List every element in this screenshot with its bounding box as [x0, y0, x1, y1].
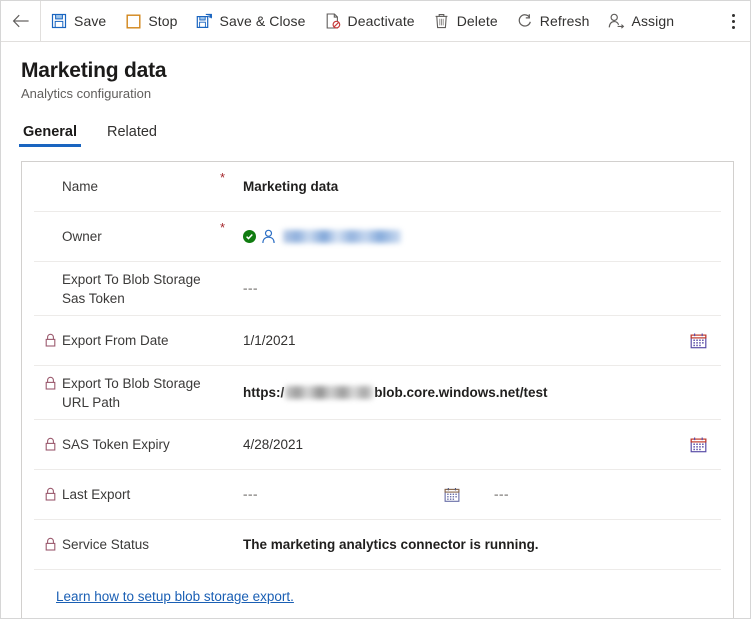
url-suffix-text: blob.core.windows.net/test: [374, 385, 548, 400]
assign-button[interactable]: Assign: [599, 1, 684, 41]
calendar-icon[interactable]: [690, 436, 707, 453]
assign-icon: [608, 12, 626, 30]
page-header: Marketing data Analytics configuration: [1, 42, 750, 103]
field-label-service-status-text: Service Status: [62, 537, 150, 552]
stop-button[interactable]: Stop: [115, 1, 186, 41]
deactivate-icon: [324, 12, 342, 30]
calendar-icon[interactable]: [690, 332, 707, 349]
field-value-sas-token-expiry-text: 4/28/2021: [243, 437, 304, 452]
save-button[interactable]: Save: [41, 1, 115, 41]
owner-name-redacted: [283, 230, 401, 243]
form-card: Name * Marketing data Owner * Export To …: [21, 161, 734, 618]
field-label-sas-token-expiry: SAS Token Expiry: [34, 435, 220, 454]
lock-icon: [44, 376, 57, 390]
tab-general[interactable]: General: [19, 123, 81, 147]
field-value-name-text: Marketing data: [243, 179, 339, 194]
lock-icon: [44, 437, 57, 451]
lock-icon: [44, 333, 57, 347]
form-row-last-export: Last Export --- ---: [34, 470, 721, 520]
green-check-icon: [243, 230, 256, 243]
form-row-service-status: Service Status The marketing analytics c…: [34, 520, 721, 570]
stop-button-label: Stop: [148, 13, 178, 29]
deactivate-button-label: Deactivate: [347, 13, 415, 29]
back-arrow-icon: [12, 14, 29, 28]
form-row-sas-token-expiry: SAS Token Expiry 4/28/2021: [34, 420, 721, 470]
field-label-name: Name: [34, 177, 220, 196]
field-label-owner: Owner: [34, 227, 220, 246]
calendar-icon[interactable]: [444, 487, 460, 503]
command-bar: Save Stop Save & Close Deactivate Delete…: [1, 1, 750, 42]
field-label-service-status: Service Status: [34, 535, 220, 554]
delete-button-label: Delete: [456, 13, 498, 29]
back-button[interactable]: [1, 1, 41, 41]
delete-button[interactable]: Delete: [424, 1, 507, 41]
field-value-sas-token[interactable]: ---: [236, 281, 721, 296]
field-label-name-text: Name: [62, 179, 99, 194]
record-form-window: Save Stop Save & Close Deactivate Delete…: [0, 0, 751, 619]
help-link-row: Learn how to setup blob storage export.: [34, 570, 721, 618]
required-marker-owner: *: [220, 220, 226, 235]
save-and-close-button-label: Save & Close: [219, 13, 306, 29]
page-title: Marketing data: [21, 59, 167, 82]
required-marker-name: *: [220, 170, 226, 185]
field-label-last-export: Last Export: [34, 485, 220, 504]
field-label-owner-text: Owner: [62, 229, 102, 244]
tab-list: General Related: [1, 119, 750, 147]
tab-related-label: Related: [107, 124, 157, 140]
field-label-url-path: Export To Blob Storage URL Path: [34, 374, 220, 412]
field-value-last-export-text: ---: [243, 487, 258, 502]
url-account-redacted: [285, 386, 374, 399]
save-and-close-icon: [196, 12, 214, 30]
lock-icon: [44, 537, 57, 551]
save-and-close-button[interactable]: Save & Close: [187, 1, 315, 41]
field-value-last-export[interactable]: --- ---: [236, 487, 721, 503]
refresh-icon: [516, 12, 534, 30]
form-row-export-to-blob-storage-url-path: Export To Blob Storage URL Path https:/ …: [34, 366, 721, 420]
field-value-owner[interactable]: [236, 229, 721, 245]
field-value-sas-token-expiry[interactable]: 4/28/2021: [236, 437, 721, 452]
field-label-sas-token: Export To Blob Storage Sas Token: [34, 270, 220, 308]
save-button-label: Save: [74, 13, 107, 29]
person-icon: [261, 229, 277, 245]
refresh-button[interactable]: Refresh: [507, 1, 599, 41]
field-value-url-path[interactable]: https:/ blob.core.windows.net/test: [236, 385, 721, 400]
refresh-button-label: Refresh: [539, 13, 590, 29]
deactivate-button[interactable]: Deactivate: [315, 1, 424, 41]
lock-icon: [44, 487, 57, 501]
field-label-sas-token-text: Export To Blob Storage Sas Token: [62, 271, 201, 306]
form-row-export-from-date: Export From Date 1/1/2021: [34, 316, 721, 366]
blob-storage-export-help-link[interactable]: Learn how to setup blob storage export.: [56, 589, 294, 604]
field-value-export-from-date[interactable]: 1/1/2021: [236, 333, 721, 348]
field-value-name[interactable]: Marketing data: [236, 179, 721, 194]
field-label-sas-token-expiry-text: SAS Token Expiry: [62, 437, 170, 452]
form-row-name: Name * Marketing data: [34, 162, 721, 212]
field-value-export-from-date-text: 1/1/2021: [243, 333, 296, 348]
delete-icon: [433, 12, 451, 30]
field-value-service-status-text: The marketing analytics connector is run…: [243, 537, 539, 552]
save-icon: [50, 12, 68, 30]
field-label-url-path-text: Export To Blob Storage URL Path: [62, 375, 201, 410]
form-row-export-to-blob-storage-sas-token: Export To Blob Storage Sas Token ---: [34, 262, 721, 316]
overflow-menu-icon: [731, 13, 735, 29]
form-row-owner: Owner *: [34, 212, 721, 262]
field-value-service-status[interactable]: The marketing analytics connector is run…: [236, 537, 721, 552]
field-value-last-export-time-text: ---: [494, 487, 509, 502]
stop-icon: [124, 12, 142, 30]
field-value-sas-token-text: ---: [243, 281, 258, 296]
field-label-export-from-date-text: Export From Date: [62, 333, 169, 348]
page-subtitle: Analytics configuration: [21, 86, 152, 101]
assign-button-label: Assign: [631, 13, 675, 29]
url-prefix-text: https:/: [243, 385, 285, 400]
tab-related[interactable]: Related: [105, 123, 159, 147]
tab-general-label: General: [23, 124, 77, 140]
field-label-last-export-text: Last Export: [62, 487, 131, 502]
more-commands-button[interactable]: [716, 1, 750, 41]
field-label-export-from-date: Export From Date: [34, 331, 220, 350]
